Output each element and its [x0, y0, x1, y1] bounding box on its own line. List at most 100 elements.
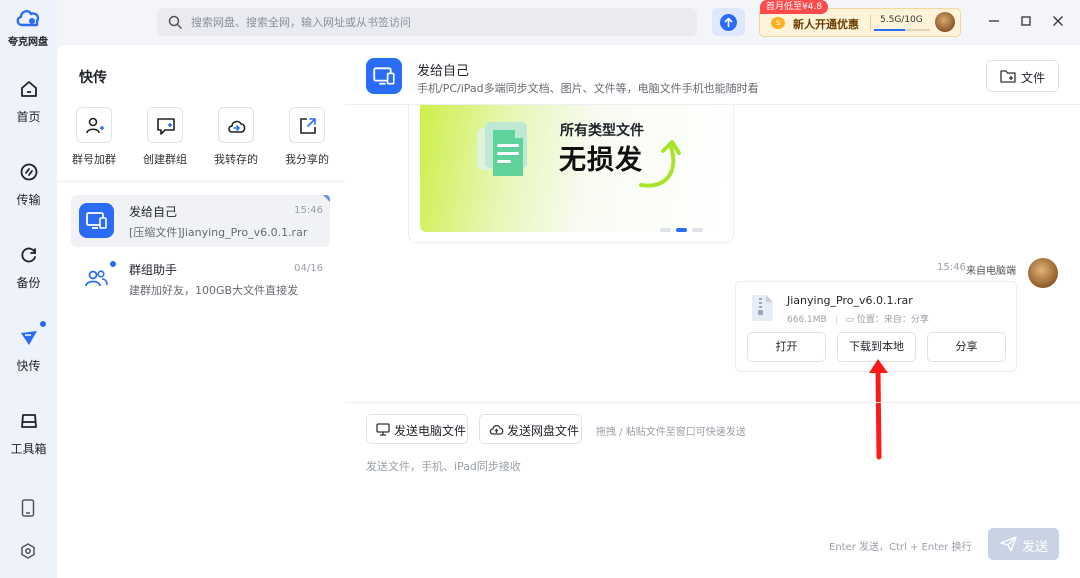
quark-cloud-icon: [16, 9, 40, 27]
nav-label: 首页: [16, 110, 41, 124]
search-box[interactable]: [157, 8, 697, 36]
conversation-name: 群组助手: [129, 263, 178, 277]
chat-header: 发给自己 手机/PC/iPad多端同步文档、图片、文件等，电脑文件手机也能随时看…: [345, 45, 1080, 105]
composer-divider: [345, 402, 1080, 403]
chat-subtitle: 手机/PC/iPad多端同步文档、图片、文件等，电脑文件手机也能随时看: [417, 82, 759, 95]
settings-icon[interactable]: [20, 543, 36, 559]
upload-button[interactable]: [712, 8, 745, 36]
create-group-icon: [157, 118, 175, 135]
send-pc-file-button[interactable]: 发送电脑文件: [366, 414, 468, 444]
nav-toolbox[interactable]: 工具箱: [0, 411, 57, 457]
conversation-item-group-assistant[interactable]: 群组助手 建群加好友，100GB大文件直接发 04/16: [71, 253, 330, 305]
open-button[interactable]: 打开: [747, 332, 826, 362]
quick-send-icon: [20, 331, 37, 345]
nav-backup[interactable]: 备份: [0, 245, 57, 291]
file-name: Jianying_Pro_v6.0.1.rar: [787, 294, 913, 307]
left-rail: 夸克网盘 首页 传输 备份 快传 工具箱: [0, 0, 57, 578]
banner-line1: 所有类型文件: [560, 123, 644, 139]
coin-icon: S: [771, 17, 785, 29]
home-icon: [20, 81, 37, 97]
unread-dot: [40, 321, 46, 327]
monitor-icon: [373, 67, 395, 85]
unread-dot: [110, 261, 116, 267]
send-cloud-file-button[interactable]: 发送网盘文件: [479, 414, 582, 444]
panel-title: 快传: [79, 70, 107, 86]
backup-icon: [20, 247, 36, 263]
annotation-arrow-icon: [869, 359, 888, 460]
promo-divider: [870, 15, 871, 31]
nav-transfer[interactable]: 传输: [0, 162, 57, 208]
monitor-icon: [376, 423, 390, 436]
message-input[interactable]: [366, 458, 1056, 518]
archive-file-icon: [752, 295, 773, 321]
share-button[interactable]: 分享: [927, 332, 1006, 362]
self-avatar: [79, 203, 114, 238]
promo-tag: 首月低至¥4.8: [760, 0, 829, 14]
conversation-preview: [压缩文件]Jianying_Pro_v6.0.1.rar: [129, 226, 308, 239]
join-group-button[interactable]: 群号加群: [59, 107, 129, 167]
app-logo[interactable]: 夸克网盘: [7, 6, 49, 48]
create-group-button[interactable]: 创建群组: [130, 107, 200, 167]
conversation-time: 15:46: [294, 205, 323, 216]
search-icon: [168, 15, 182, 29]
upload-arrow-icon: [720, 14, 737, 31]
message-source: 来自电脑端: [966, 266, 1016, 277]
pin-corner: [323, 195, 330, 202]
promo-card: 所有类型文件 无损发: [408, 105, 734, 243]
group-icon: [85, 270, 108, 287]
transfer-icon: [20, 163, 37, 181]
promo-text: 新人开通优惠: [793, 18, 859, 31]
quick-send-panel: 快传 群号加群 创建群组 我转存的 我分享的 发给自己 [压缩文件]Jianyi…: [57, 45, 345, 578]
cloud-icon: [489, 425, 504, 435]
storage-bar-fill: [874, 29, 905, 31]
nav-home[interactable]: 首页: [0, 79, 57, 125]
paper-plane-icon: [1000, 536, 1017, 552]
drag-hint: 拖拽 / 粘贴文件至窗口可快速发送: [596, 427, 746, 438]
nav-label: 快传: [16, 359, 41, 373]
monitor-icon: [86, 212, 107, 229]
maximize-icon[interactable]: [1019, 14, 1033, 28]
minimize-icon[interactable]: [987, 14, 1001, 28]
panel-divider: [57, 181, 345, 182]
toolbox-icon: [20, 414, 37, 428]
sender-avatar: [1028, 258, 1058, 288]
conversation-time: 04/16: [294, 263, 323, 274]
phone-icon[interactable]: [21, 499, 35, 517]
storage-bar: [874, 29, 930, 31]
files-button[interactable]: 文件: [986, 60, 1059, 92]
group-assistant-avatar: [79, 261, 116, 296]
add-person-icon: [86, 117, 104, 134]
chat-title: 发给自己: [417, 64, 470, 79]
share-out-icon: [300, 118, 316, 134]
promo-banner-image[interactable]: 所有类型文件 无损发: [420, 105, 723, 232]
carousel-dots: [660, 217, 708, 232]
cloud-saved-icon: [228, 120, 246, 133]
conversation-item-self[interactable]: 发给自己 [压缩文件]Jianying_Pro_v6.0.1.rar 15:46: [71, 195, 330, 247]
banner-line2: 无损发: [559, 145, 643, 176]
close-icon[interactable]: [1051, 14, 1065, 28]
conversation-preview: 建群加好友，100GB大文件直接发: [129, 284, 299, 297]
file-size: 666.1MB: [787, 315, 827, 325]
shortcut-hint: Enter 发送，Ctrl + Enter 换行: [829, 542, 972, 553]
chat-area: 发给自己 手机/PC/iPad多端同步文档、图片、文件等，电脑文件手机也能随时看…: [345, 45, 1080, 578]
storage-usage: 5.5G/10G: [880, 15, 923, 25]
folder-icon: ▭: [845, 315, 854, 325]
file-folder-illustration: [477, 122, 527, 176]
saved-by-me-button[interactable]: 我转存的: [201, 107, 271, 167]
user-avatar[interactable]: [935, 12, 955, 32]
nav-label: 传输: [16, 193, 41, 207]
nav-quick-send[interactable]: 快传: [0, 328, 57, 374]
file-location[interactable]: 位置：来自：分享: [857, 315, 929, 325]
message-time: 15:46: [937, 262, 966, 273]
file-meta: 666.1MB ▭ 位置：来自：分享: [787, 312, 929, 325]
nav-label: 备份: [16, 276, 41, 290]
folder-icon: [1000, 70, 1016, 83]
search-input[interactable]: [191, 8, 681, 36]
app-name: 夸克网盘: [8, 37, 48, 48]
conversation-name: 发给自己: [129, 205, 178, 219]
send-button[interactable]: 发送: [988, 528, 1059, 560]
nav-label: 工具箱: [10, 442, 47, 456]
top-bar: 首月低至¥4.8 S 新人开通优惠 5.5G/10G: [57, 0, 1080, 45]
shared-by-me-button[interactable]: 我分享的: [272, 107, 342, 167]
chat-avatar: [366, 58, 402, 94]
